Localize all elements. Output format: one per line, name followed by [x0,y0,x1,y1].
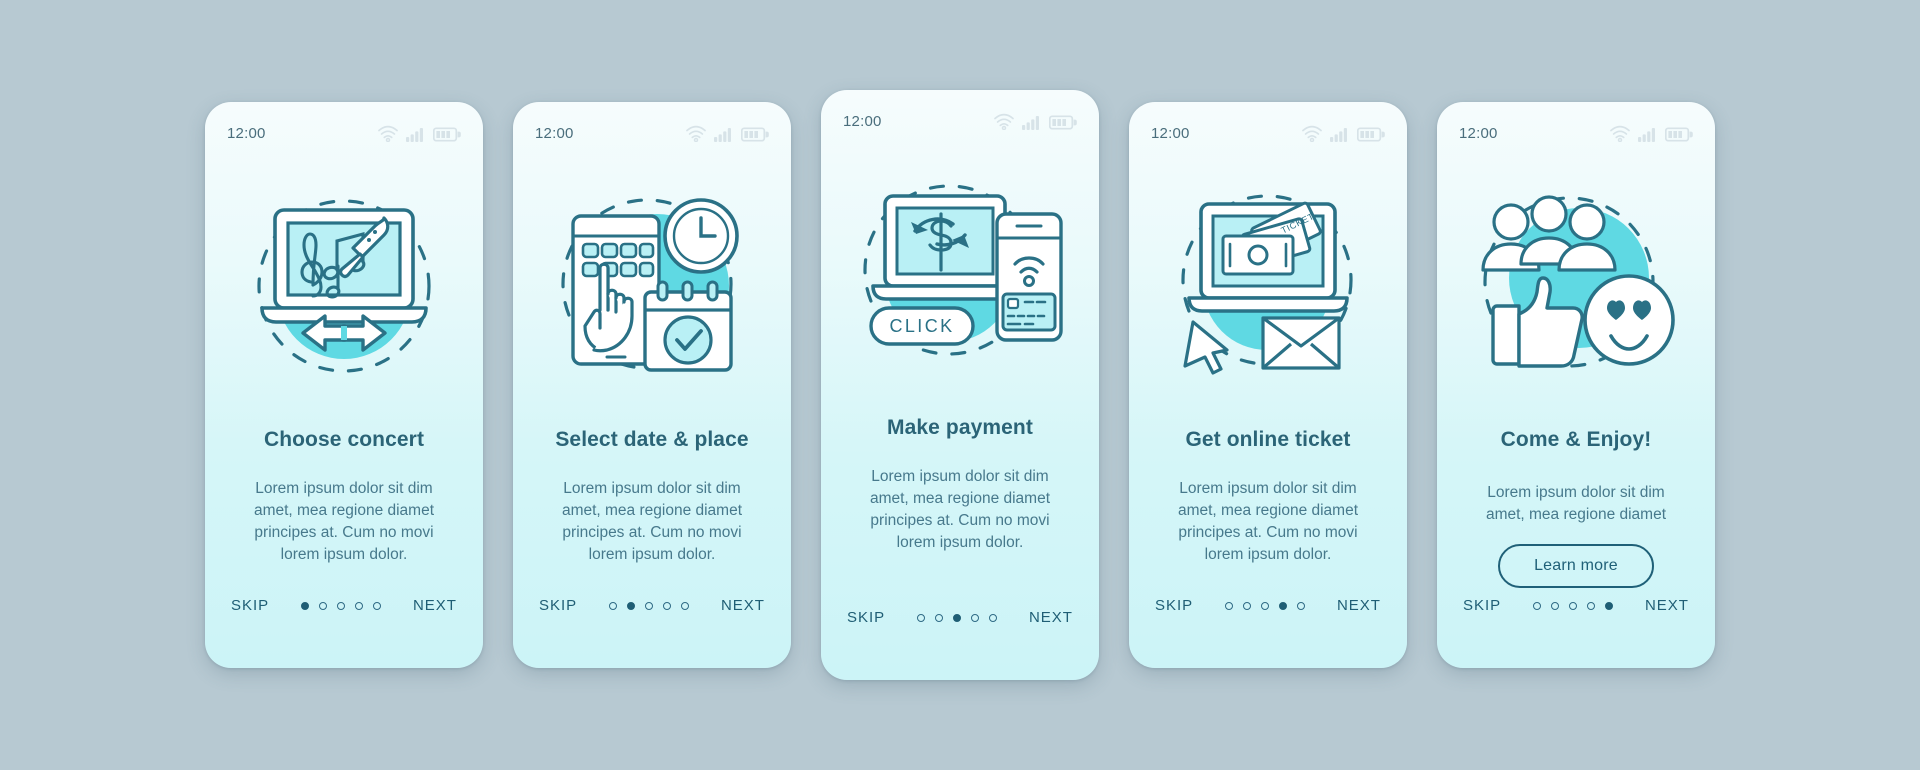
pagination-dot-5[interactable] [681,601,690,610]
status-time: 12:00 [227,124,266,142]
illustration-come-and-enjoy [1437,150,1715,418]
onboarding-nav: SKIP NEXT [205,597,483,668]
pagination-dot-3[interactable] [1261,601,1270,610]
page-title: Get online ticket [1185,428,1351,451]
status-time: 12:00 [535,124,574,142]
skip-button[interactable]: SKIP [539,597,577,614]
signal-icon [1022,115,1042,130]
page-description: Lorem ipsum dolor sit dim amet, mea regi… [1177,480,1359,563]
onboarding-nav: SKIP NEXT [821,609,1099,680]
battery-icon [1665,126,1693,142]
pagination-dot-3[interactable] [645,601,654,610]
next-button[interactable]: NEXT [1645,597,1689,614]
wifi-icon [1609,125,1631,142]
status-bar: 12:00 [1437,102,1715,150]
onboarding-screen-come-and-enjoy: 12:00 Come & Enjoy! Lorem ipsum dolor si… [1437,102,1715,668]
onboarding-nav: SKIP NEXT [1437,597,1715,668]
next-button[interactable]: NEXT [1029,609,1073,626]
onboarding-screen-get-online-ticket: 12:00 TICKET Get online ticket Lorem ips… [1129,102,1407,668]
illustration-make-payment: CLICK [821,138,1099,406]
skip-button[interactable]: SKIP [1463,597,1501,614]
onboarding-nav: SKIP NEXT [513,597,791,668]
onboarding-screen-choose-concert: 12:00 Choose concert Lorem ipsum dolor s… [205,102,483,668]
battery-icon [741,126,769,142]
onboarding-screens-board: 12:00 Choose concert Lorem ipsum dolor s… [0,0,1920,770]
status-time: 12:00 [1459,124,1498,142]
status-bar: 12:00 [205,102,483,150]
pagination-dot-1[interactable] [1225,601,1234,610]
pagination-dot-4[interactable] [663,601,672,610]
onboarding-screen-select-date-place: 12:00 Select date & place Lorem ipsum do… [513,102,791,668]
onboarding-screen-make-payment: 12:00 CLICK Make payment Lorem ipsum dol… [821,90,1099,680]
status-time: 12:00 [843,112,882,130]
pagination-dot-5[interactable] [989,613,998,622]
pagination-dot-1[interactable] [917,613,926,622]
pagination-dots[interactable] [917,613,998,622]
status-time: 12:00 [1151,124,1190,142]
pagination-dot-1[interactable] [609,601,618,610]
page-description: Lorem ipsum dolor sit dim amet, mea regi… [1485,484,1667,523]
skip-button[interactable]: SKIP [231,597,269,614]
pagination-dot-4[interactable] [1279,601,1288,610]
cta-wrapper: Learn more [1437,544,1715,588]
pagination-dot-4[interactable] [1587,601,1596,610]
pagination-dot-2[interactable] [627,601,636,610]
wifi-icon [1301,125,1323,142]
page-title: Choose concert [263,428,425,451]
page-title: Make payment [887,416,1033,439]
status-icons [377,125,461,142]
status-icons [1609,125,1693,142]
page-description: Lorem ipsum dolor sit dim amet, mea regi… [253,480,435,563]
pagination-dot-2[interactable] [1551,601,1560,610]
pagination-dot-3[interactable] [1569,601,1578,610]
status-icons [685,125,769,142]
skip-button[interactable]: SKIP [1155,597,1193,614]
pagination-dot-4[interactable] [355,601,364,610]
status-icons [1301,125,1385,142]
next-button[interactable]: NEXT [1337,597,1381,614]
battery-icon [1049,114,1077,130]
illustration-choose-concert [205,150,483,418]
wifi-icon [685,125,707,142]
pagination-dot-4[interactable] [971,613,980,622]
status-bar: 12:00 [513,102,791,150]
battery-icon [1357,126,1385,142]
signal-icon [714,127,734,142]
svg-text:CLICK: CLICK [889,316,954,336]
illustration-select-date-place [513,150,791,418]
pagination-dot-1[interactable] [1533,601,1542,610]
signal-icon [1638,127,1658,142]
status-bar: 12:00 [1129,102,1407,150]
skip-button[interactable]: SKIP [847,609,885,626]
pagination-dots[interactable] [1225,601,1306,610]
next-button[interactable]: NEXT [721,597,765,614]
pagination-dots[interactable] [301,601,382,610]
wifi-icon [993,113,1015,130]
signal-icon [1330,127,1350,142]
pagination-dot-5[interactable] [1605,601,1614,610]
pagination-dot-2[interactable] [319,601,328,610]
pagination-dot-3[interactable] [337,601,346,610]
battery-icon [433,126,461,142]
pagination-dot-5[interactable] [373,601,382,610]
page-description: Lorem ipsum dolor sit dim amet, mea regi… [869,468,1051,551]
pagination-dot-1[interactable] [301,601,310,610]
status-icons [993,113,1077,130]
pagination-dot-3[interactable] [953,613,962,622]
learn-more-button[interactable]: Learn more [1498,544,1654,588]
pagination-dot-2[interactable] [935,613,944,622]
signal-icon [406,127,426,142]
pagination-dots[interactable] [609,601,690,610]
pagination-dot-2[interactable] [1243,601,1252,610]
pagination-dot-5[interactable] [1297,601,1306,610]
onboarding-nav: SKIP NEXT [1129,597,1407,668]
page-description: Lorem ipsum dolor sit dim amet, mea regi… [561,480,743,563]
illustration-get-online-ticket: TICKET [1129,150,1407,418]
next-button[interactable]: NEXT [413,597,457,614]
page-title: Come & Enjoy! [1500,428,1652,451]
status-bar: 12:00 [821,90,1099,138]
page-title: Select date & place [555,428,749,451]
wifi-icon [377,125,399,142]
pagination-dots[interactable] [1533,601,1614,610]
